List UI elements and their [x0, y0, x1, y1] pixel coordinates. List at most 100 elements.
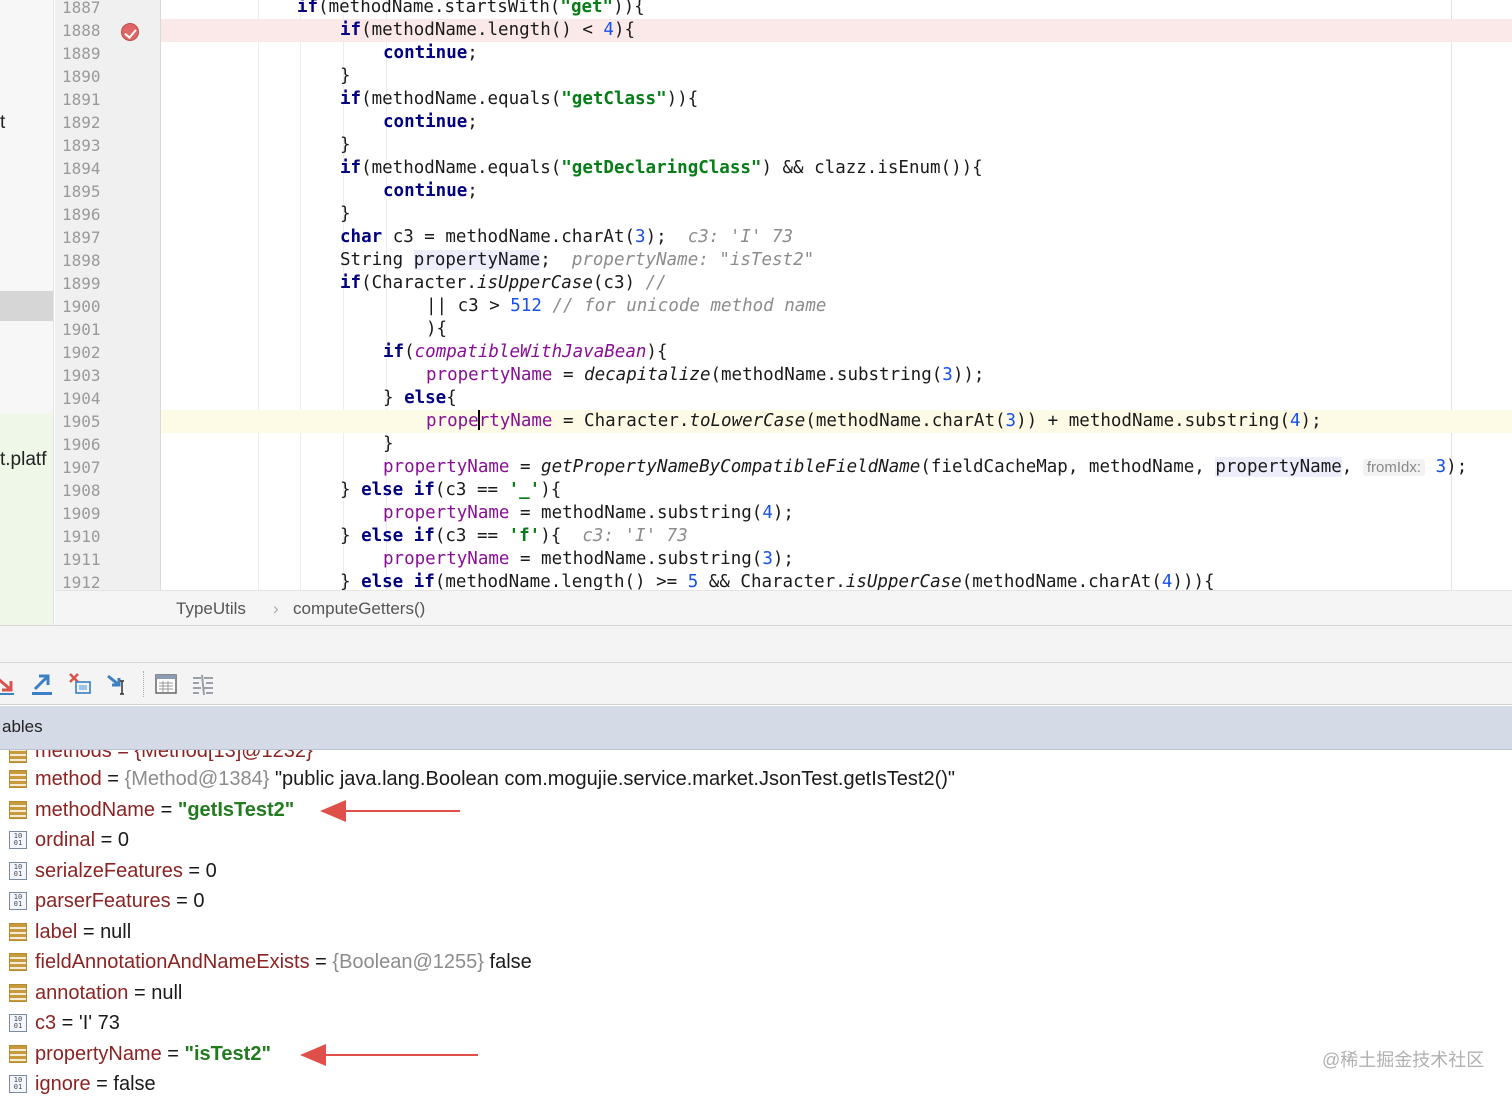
line-number[interactable]: 1909: [62, 502, 112, 525]
code-token: "get": [560, 0, 614, 17]
line-number[interactable]: 1895: [62, 180, 112, 203]
variable-row-serialzeFeatures[interactable]: 10 01 serialzeFeatures = 0: [0, 856, 1512, 886]
variable-row-ordinal[interactable]: 10 01 ordinal = 0: [0, 825, 1512, 855]
inline-debug-hint: propertyName: "isTest2": [571, 250, 815, 270]
code-token: }: [340, 572, 362, 590]
code-line[interactable]: || c3 > 512 // for unicode method name: [426, 295, 826, 318]
line-number[interactable]: 1894: [62, 157, 112, 180]
code-line[interactable]: } else if(methodName.length() >= 5 && Ch…: [340, 571, 1215, 590]
trace-current-stream-icon[interactable]: [190, 671, 216, 697]
variable-name: fieldAnnotationAndNameExists: [35, 951, 310, 973]
line-number[interactable]: 1905: [62, 410, 112, 433]
line-number[interactable]: 1889: [62, 42, 112, 65]
line-number[interactable]: 1904: [62, 387, 112, 410]
code-line[interactable]: propertyName = Character.toLowerCase(met…: [426, 410, 1322, 433]
code-line[interactable]: propertyName = decapitalize(methodName.s…: [426, 364, 984, 387]
line-number[interactable]: 1891: [62, 88, 112, 111]
code-token: (methodName.length() >=: [434, 572, 688, 590]
code-line[interactable]: ){: [426, 318, 447, 341]
code-line[interactable]: String propertyName; propertyName: "isTe…: [340, 249, 814, 272]
code-line[interactable]: continue;: [383, 111, 478, 134]
variable-row-propertyName[interactable]: propertyName = "isTest2": [0, 1039, 1512, 1069]
code-line[interactable]: } else{: [383, 387, 457, 410]
primitive-icon: 10 01: [9, 861, 27, 880]
primitive-icon: 10 01: [9, 892, 27, 910]
code-token: getPropertyNameByCompatibleFieldName: [541, 457, 921, 477]
variable-name: c3: [35, 1012, 57, 1034]
breadcrumb-method[interactable]: computeGetters(): [293, 599, 425, 619]
code-line[interactable]: propertyName = methodName.substring(3);: [383, 548, 794, 571]
variable-row-ignore[interactable]: 10 01 ignore = false: [0, 1069, 1512, 1097]
code-line[interactable]: if(Character.isUpperCase(c3) //: [340, 272, 667, 295]
line-number[interactable]: 1907: [62, 456, 112, 479]
breadcrumb-class[interactable]: TypeUtils: [176, 599, 246, 619]
code-token: && Character.: [698, 572, 846, 590]
line-number[interactable]: 1899: [62, 272, 112, 295]
code-editor[interactable]: 1887 if(methodName.startsWith("get")){ 188…: [55, 0, 1512, 590]
line-number[interactable]: 1901: [62, 318, 112, 341]
drop-frame-icon[interactable]: [67, 671, 93, 697]
line-number[interactable]: 1893: [62, 134, 112, 157]
code-token: (methodName.charAt(: [961, 572, 1162, 590]
code-token: ){: [613, 20, 636, 40]
code-token: }: [340, 66, 351, 86]
code-token: = methodName.substring(: [509, 549, 763, 569]
code-token: propertyName: [426, 365, 553, 385]
line-number[interactable]: 1888: [62, 19, 112, 42]
line-number[interactable]: 1902: [62, 341, 112, 364]
code-token: ){: [540, 526, 583, 546]
code-token: 4: [1290, 411, 1301, 431]
code-line[interactable]: if(compatibleWithJavaBean){: [383, 341, 668, 364]
line-number[interactable]: 1896: [62, 203, 112, 226]
breakpoint-icon[interactable]: [121, 23, 139, 41]
variable-row-methodName[interactable]: methodName = "getIsTest2": [0, 795, 1512, 825]
variables-tree[interactable]: methods = {Method[13]@1232} method = {Me…: [0, 750, 1512, 1097]
line-number[interactable]: 1906: [62, 433, 112, 456]
code-token: rtyName: [478, 411, 553, 431]
line-number[interactable]: 1892: [62, 111, 112, 134]
variable-name: method: [35, 768, 102, 790]
variable-text: methodName = "getIsTest2": [35, 795, 294, 825]
code-line[interactable]: if(methodName.length() < 4){: [340, 19, 635, 42]
code-line[interactable]: } else if(c3 == 'f'){ c3: 'I' 73: [340, 525, 688, 548]
code-line[interactable]: propertyName = methodName.substring(4);: [383, 502, 794, 525]
code-line[interactable]: }: [340, 203, 351, 226]
code-line[interactable]: propertyName = getPropertyNameByCompatib…: [383, 456, 1467, 479]
code-line[interactable]: if(methodName.equals("getDeclaringClass"…: [340, 157, 983, 180]
code-token: )){: [613, 0, 645, 17]
variable-row-c3[interactable]: 10 01 c3 = 'I' 73: [0, 1008, 1512, 1038]
line-number[interactable]: 1910: [62, 525, 112, 548]
code-token: ;: [467, 181, 478, 201]
inline-debug-hint: c3: 'I' 73: [687, 227, 794, 247]
line-number[interactable]: 1908: [62, 479, 112, 502]
line-number[interactable]: 1897: [62, 226, 112, 249]
inline-debug-hint: fromIdx:: [1362, 459, 1426, 476]
line-number[interactable]: 1887: [62, 0, 112, 19]
right-margin-line: [1451, 0, 1452, 590]
code-line[interactable]: }: [340, 134, 351, 157]
step-into-icon[interactable]: [0, 671, 18, 697]
variable-row-method[interactable]: method = {Method@1384} "public java.lang…: [0, 764, 1512, 794]
evaluate-expression-icon[interactable]: [153, 671, 179, 697]
code-line[interactable]: }: [340, 65, 351, 88]
line-number[interactable]: 1912: [62, 571, 112, 590]
line-number[interactable]: 1890: [62, 65, 112, 88]
code-line[interactable]: continue;: [383, 180, 478, 203]
code-line[interactable]: continue;: [383, 42, 478, 65]
variable-row-parserFeatures[interactable]: 10 01 parserFeatures = 0: [0, 886, 1512, 916]
step-out-icon[interactable]: [29, 671, 55, 697]
line-number[interactable]: 1898: [62, 249, 112, 272]
variable-row-label[interactable]: label = null: [0, 917, 1512, 947]
line-number[interactable]: 1900: [62, 295, 112, 318]
variable-name: methodName: [35, 798, 156, 821]
variable-row-fieldAnnotationAndNameExists[interactable]: fieldAnnotationAndNameExists = {Boolean@…: [0, 947, 1512, 977]
code-line[interactable]: if(methodName.startsWith("get")){: [297, 0, 645, 19]
code-line[interactable]: if(methodName.equals("getClass")){: [340, 88, 698, 111]
run-to-cursor-icon[interactable]: [105, 671, 131, 697]
line-number[interactable]: 1911: [62, 548, 112, 571]
line-number[interactable]: 1903: [62, 364, 112, 387]
code-line[interactable]: } else if(c3 == '_'){: [340, 479, 561, 502]
variable-row-annotation[interactable]: annotation = null: [0, 978, 1512, 1008]
code-line[interactable]: char c3 = methodName.charAt(3); c3: 'I' …: [340, 226, 793, 249]
code-line[interactable]: }: [383, 433, 394, 456]
